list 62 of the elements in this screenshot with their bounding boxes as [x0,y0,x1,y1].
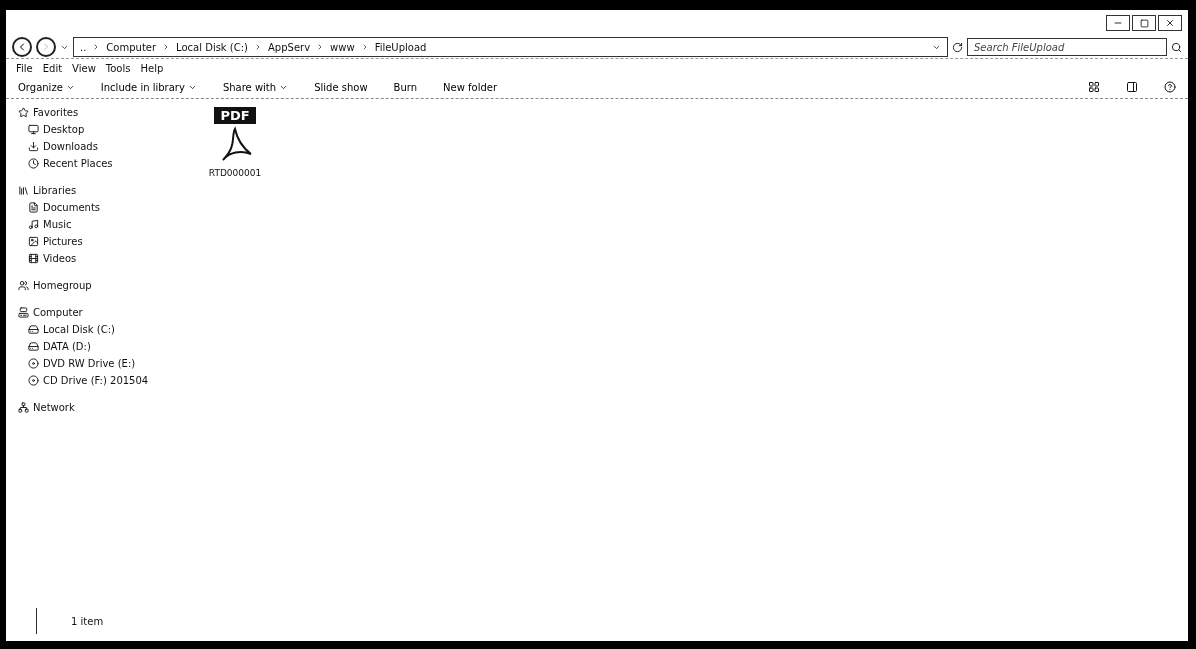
view-options-icon[interactable] [1088,81,1100,93]
people-icon [18,280,29,291]
disc-icon [28,358,39,369]
sidebar-item[interactable]: Documents [43,202,101,213]
menu-item[interactable]: Help [140,63,164,74]
sidebar-item[interactable]: Local Disk (C:) [43,324,115,335]
network-icon [18,402,29,413]
sidebar-item[interactable]: Computer [33,307,83,318]
maximize-icon [1139,18,1149,28]
address-bar[interactable]: .. Computer Local Disk (C:) AppServ www FileUpload [73,37,948,57]
sidebar-item[interactable]: Homegroup [33,280,92,291]
toolbar-button[interactable]: Organize [18,81,75,93]
drive-icon [28,341,39,352]
sidebar-item[interactable]: DATA (D:) [43,341,91,352]
maximize-button[interactable] [1132,15,1156,31]
sidebar-item[interactable]: Music [43,219,72,230]
download-icon [28,141,39,152]
sidebar-item[interactable]: CD Drive (F:) 201504 [43,375,149,386]
computer-icon [18,307,29,318]
film-icon [28,253,39,264]
close-button[interactable] [1158,15,1182,31]
library-icon [18,185,29,196]
back-button[interactable] [12,37,32,57]
document-icon [28,202,39,213]
sidebar-item[interactable]: Videos [43,253,77,264]
disc-icon [28,375,39,386]
search-icon[interactable] [1171,41,1182,53]
sidebar-item[interactable]: Favorites [33,107,79,118]
toolbar-button[interactable]: Share with [222,81,289,93]
drive-icon [28,324,39,335]
breadcrumb-separator-icon [254,43,262,51]
toolbar-button[interactable]: New folder [443,81,498,93]
document-tile[interactable]: PDF RTD000001 [200,107,270,178]
minimize-button[interactable] [1106,15,1130,31]
sidebar-item[interactable]: Network [33,402,75,413]
file-name: RTD000001 [208,168,262,178]
picture-icon [28,236,39,247]
search-field[interactable]: Search FileUpload [967,38,1167,56]
sidebar-item[interactable]: DVD RW Drive (E:) [43,358,136,369]
music-note-icon [28,219,39,230]
sidebar-item[interactable]: Downloads [43,141,98,152]
menu-item[interactable]: View [72,63,96,74]
forward-button[interactable] [36,37,56,57]
menu-item[interactable]: Tools [105,63,131,74]
refresh-icon[interactable] [952,41,963,53]
item-count: 1 item [71,615,104,627]
sidebar-item[interactable]: Libraries [33,185,77,196]
help-icon[interactable] [1164,81,1176,93]
toolbar-button[interactable]: Include in library [100,81,197,93]
star-icon [18,107,29,118]
toolbar-button[interactable]: Burn [393,81,418,93]
sidebar-item[interactable]: Pictures [43,236,83,247]
clock-icon [28,158,39,169]
file-type-label: PDF [214,107,256,124]
menu-item[interactable]: File [16,63,33,74]
sidebar-item[interactable]: Desktop [43,124,85,135]
preview-pane-icon[interactable] [1126,81,1138,93]
menu-item[interactable]: Edit [42,63,63,74]
toolbar-button[interactable]: Slide show [314,81,368,93]
close-icon [1165,18,1175,28]
sidebar-item[interactable]: Recent Places [43,158,113,169]
desktop-icon [28,124,39,135]
